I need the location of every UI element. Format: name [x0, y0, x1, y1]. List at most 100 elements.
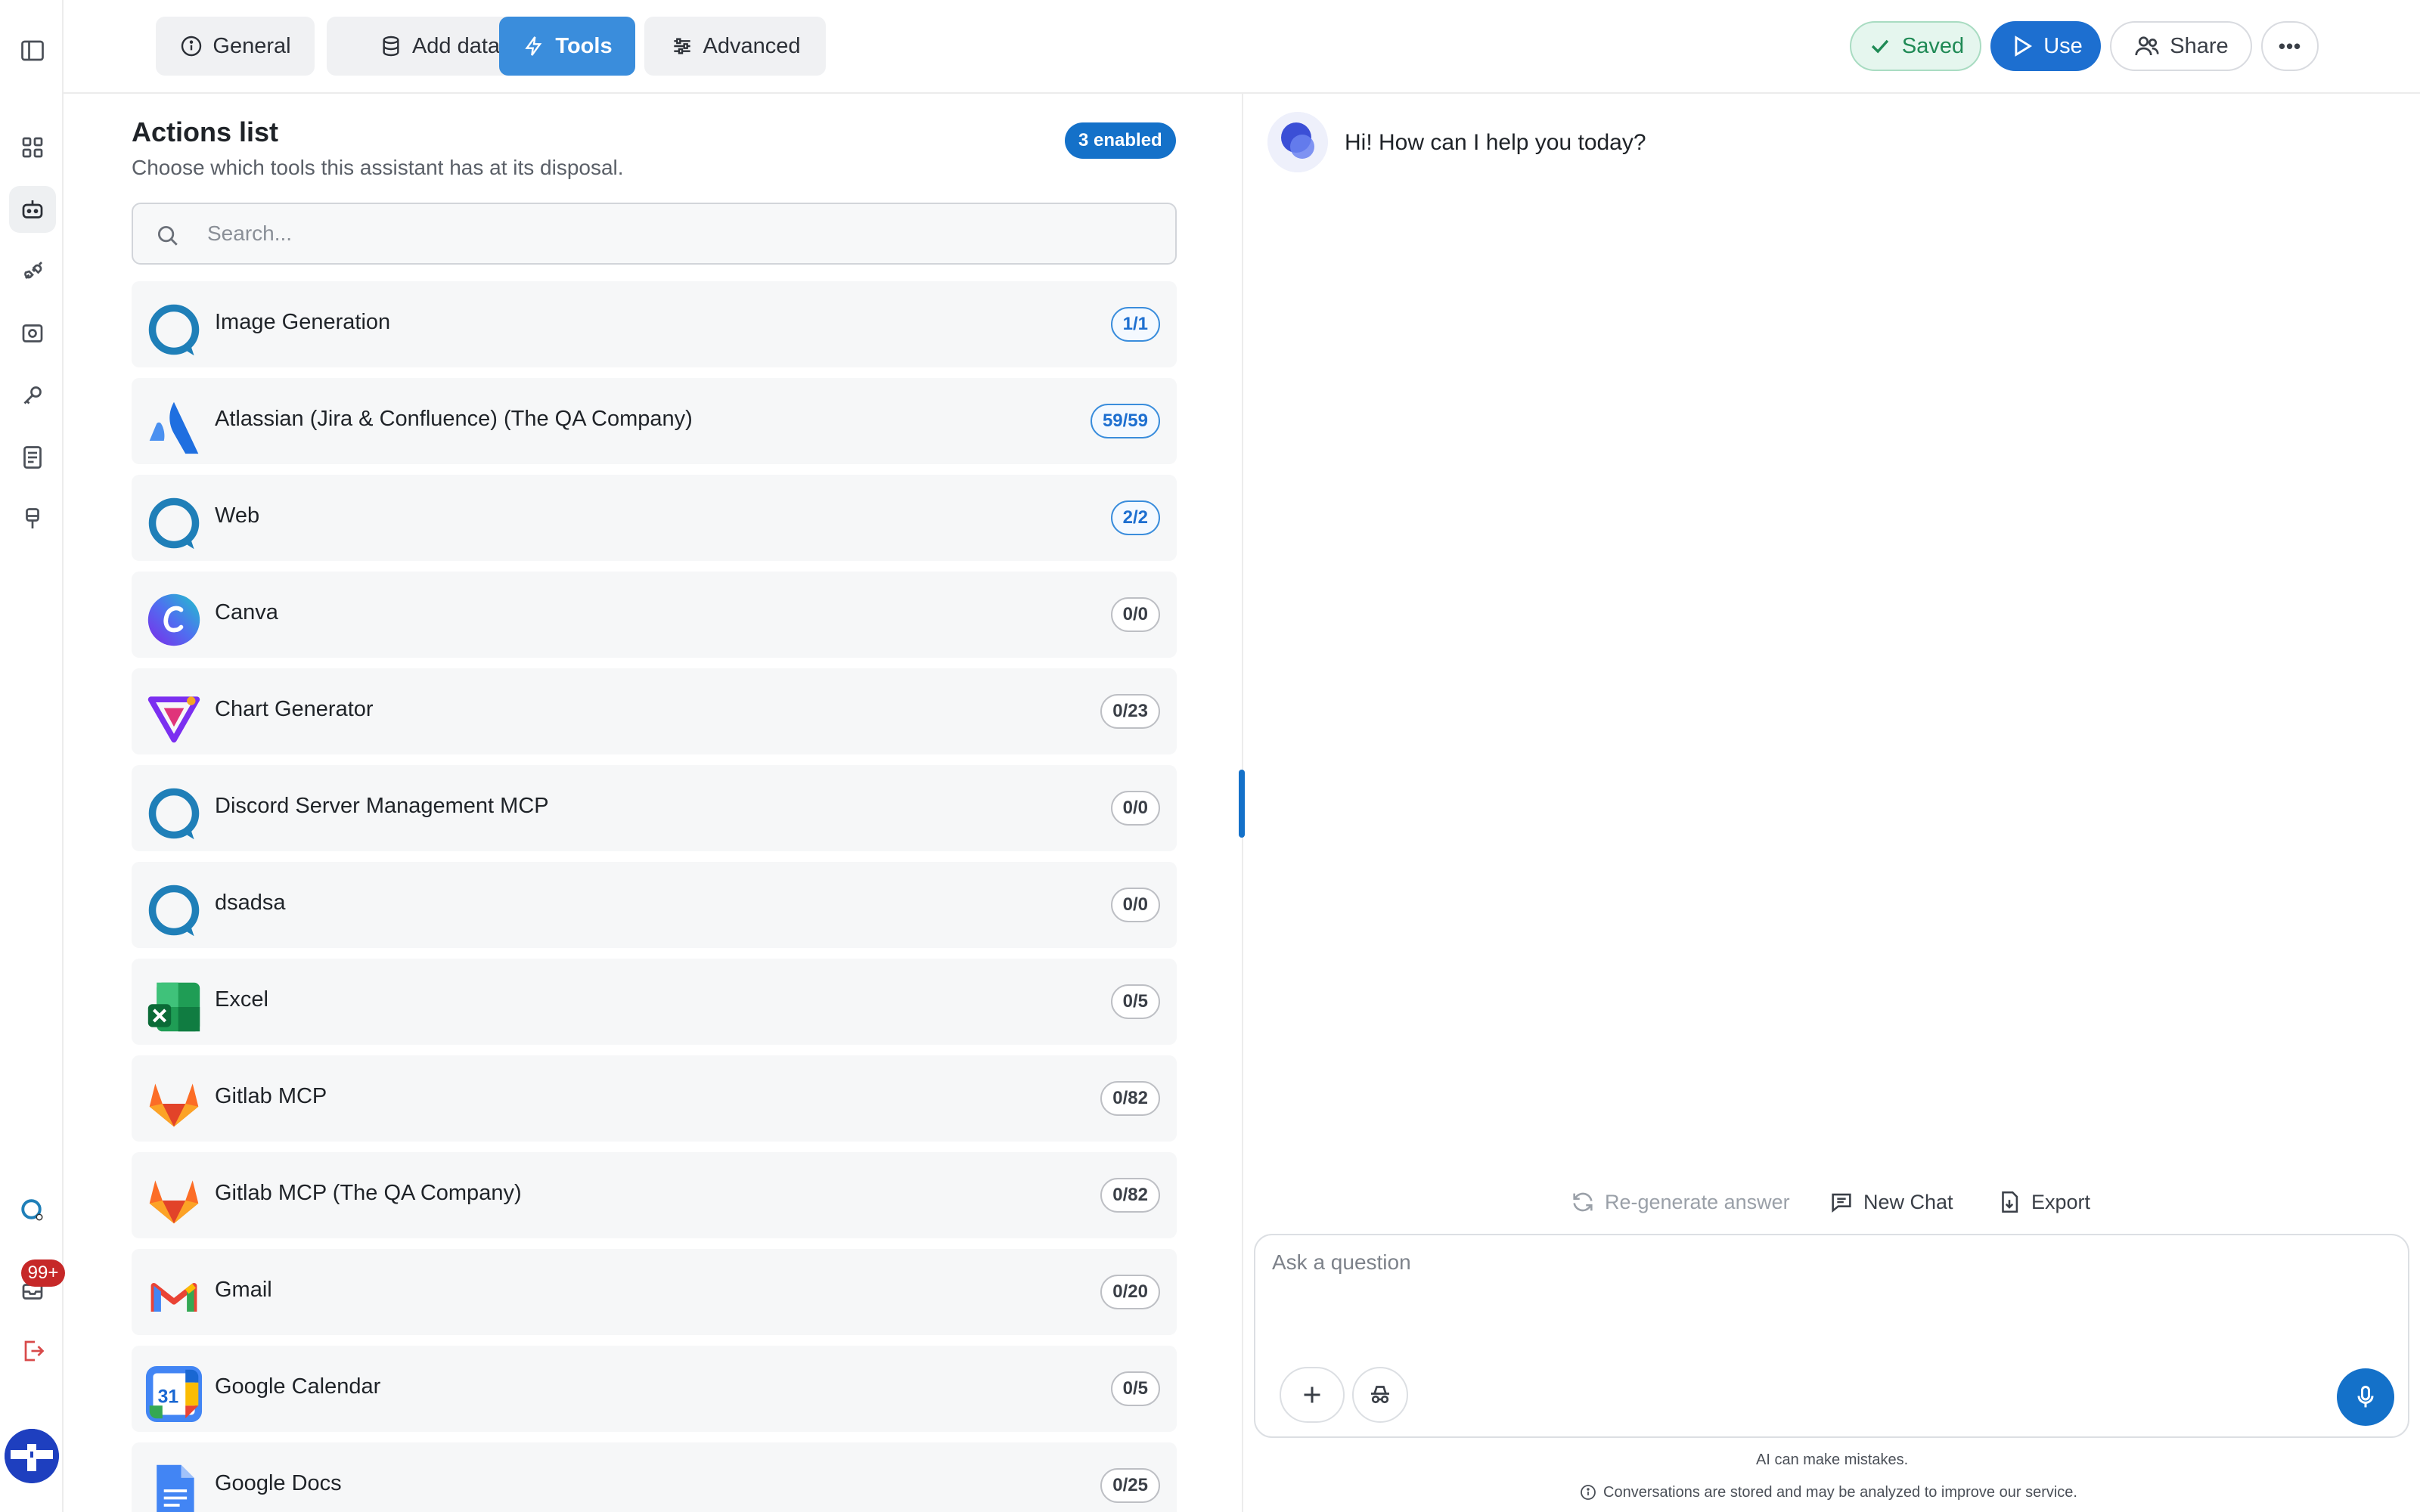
tool-row-google-docs[interactable]: Google Docs 0/25: [132, 1442, 1177, 1512]
plus-icon: [1304, 1387, 1320, 1403]
platform-logo-icon: [148, 497, 200, 550]
tool-row-discord-mcp[interactable]: Discord Server Management MCP 0/0: [132, 765, 1177, 851]
chat-bubble-icon: [1832, 1193, 1851, 1213]
toggle-sidebar-button[interactable]: [9, 27, 56, 74]
left-rail: 99+: [0, 0, 65, 1512]
rail-assistants-button[interactable]: [9, 186, 56, 233]
tool-row-web[interactable]: Web 2/2: [132, 475, 1177, 561]
attach-button[interactable]: [1280, 1367, 1345, 1423]
tool-count-badge: 0/82: [1100, 1081, 1160, 1116]
chat-input[interactable]: [1272, 1250, 2391, 1341]
tool-row-gitlab-mcp-qa[interactable]: Gitlab MCP (The QA Company) 0/82: [132, 1152, 1177, 1238]
tool-row-google-calendar[interactable]: 31 Google Calendar 0/5: [132, 1346, 1177, 1432]
privacy-disclaimer-text: Conversations are stored and may be anal…: [1603, 1483, 2077, 1501]
rail-plugins-button[interactable]: [9, 248, 56, 295]
brush-icon: [26, 508, 39, 528]
notification-badge: 99+: [21, 1259, 65, 1287]
tool-name: Gitlab MCP (The QA Company): [215, 1181, 522, 1205]
tool-name: Canva: [215, 600, 278, 624]
panel-resize-handle[interactable]: [1239, 770, 1245, 838]
saved-status-badge: Saved: [1850, 21, 1981, 71]
tool-name: Atlassian (Jira & Confluence) (The QA Co…: [215, 407, 693, 431]
tab-add-data-label: Add data: [411, 33, 501, 58]
regenerate-answer-button[interactable]: Re-generate answer: [1570, 1187, 1790, 1217]
tab-tools[interactable]: Tools: [499, 17, 635, 76]
tab-advanced-label: Advanced: [703, 33, 801, 58]
rail-brand-button[interactable]: [9, 1187, 56, 1234]
incognito-button[interactable]: [1352, 1367, 1408, 1423]
user-avatar[interactable]: [5, 1429, 59, 1483]
actions-subtitle: Choose which tools this assistant has at…: [132, 156, 624, 179]
platform-logo-icon: [21, 1199, 43, 1221]
more-options-button[interactable]: •••: [2261, 21, 2319, 71]
chat-composer: [1254, 1234, 2409, 1438]
export-file-icon: [2002, 1191, 2018, 1213]
export-label: Export: [2031, 1190, 2091, 1213]
tool-count-badge: 0/23: [1100, 694, 1160, 729]
tab-tools-label: Tools: [555, 33, 613, 58]
regenerate-label: Re-generate answer: [1605, 1190, 1790, 1213]
tool-row-canva[interactable]: Canva 0/0: [132, 572, 1177, 658]
tool-name: dsadsa: [215, 891, 286, 915]
check-icon: [1871, 39, 1889, 54]
voice-input-button[interactable]: [2337, 1368, 2394, 1426]
google-calendar-logo-icon: 31: [145, 1365, 203, 1423]
ai-mistakes-disclaimer: AI can make mistakes.: [1756, 1452, 1909, 1468]
new-chat-button[interactable]: New Chat: [1829, 1187, 1953, 1217]
tool-name: Excel: [215, 987, 268, 1012]
platform-logo-icon: [148, 304, 200, 356]
use-button[interactable]: Use: [1990, 21, 2101, 71]
tool-count-badge: 0/0: [1110, 597, 1160, 632]
rail-documents-button[interactable]: [9, 434, 56, 481]
tool-count-badge: 2/2: [1110, 500, 1160, 535]
top-bar: General Add data Tools Advanced Saved Us…: [64, 0, 2420, 94]
rail-scan-button[interactable]: [9, 310, 56, 357]
tool-row-excel[interactable]: Excel 0/5: [132, 959, 1177, 1045]
plug-icon: [24, 262, 42, 279]
logout-icon: [24, 1340, 45, 1362]
tab-advanced[interactable]: Advanced: [644, 17, 826, 76]
tool-row-atlassian[interactable]: Atlassian (Jira & Confluence) (The QA Co…: [132, 378, 1177, 464]
users-icon: [2135, 36, 2159, 56]
tool-count-badge: 0/82: [1100, 1178, 1160, 1213]
microphone-icon: [2357, 1386, 2374, 1408]
search-icon: [157, 225, 178, 246]
tool-row-gmail[interactable]: Gmail 0/20: [132, 1249, 1177, 1335]
sidebar-toggle-icon: [21, 40, 44, 61]
calendar-day-text: 31: [158, 1387, 179, 1407]
atlassian-logo-icon: [149, 401, 199, 454]
tool-count-badge: 0/5: [1110, 984, 1160, 1019]
saved-label: Saved: [1901, 33, 1965, 58]
tool-row-dsadsa[interactable]: dsadsa 0/0: [132, 862, 1177, 948]
tool-search: [132, 203, 1177, 265]
rail-keys-button[interactable]: [9, 372, 56, 419]
refresh-icon: [1573, 1192, 1593, 1212]
info-icon: [1581, 1485, 1596, 1500]
canva-logo-icon: [147, 593, 200, 646]
tool-search-input[interactable]: [207, 204, 1160, 263]
tool-count-badge: 0/0: [1110, 791, 1160, 826]
tool-row-gitlab-mcp[interactable]: Gitlab MCP 0/82: [132, 1055, 1177, 1142]
tab-general[interactable]: General: [156, 17, 315, 76]
tool-name: Google Docs: [215, 1471, 342, 1495]
scan-icon: [22, 324, 43, 342]
gitlab-logo-icon: [149, 1083, 199, 1127]
tool-row-chart-generator[interactable]: Chart Generator 0/23: [132, 668, 1177, 754]
assistant-greeting: Hi! How can I help you today?: [1345, 130, 1646, 155]
gmail-logo-icon: [150, 1283, 197, 1312]
actions-title: Actions list: [132, 116, 279, 147]
tool-name: Image Generation: [215, 310, 391, 334]
rail-logout-button[interactable]: [9, 1328, 56, 1374]
gitlab-logo-icon: [149, 1180, 199, 1224]
rail-brush-button[interactable]: [9, 496, 56, 543]
tool-row-image-generation[interactable]: Image Generation 1/1: [132, 281, 1177, 367]
share-button[interactable]: Share: [2110, 21, 2252, 71]
bot-icon: [22, 200, 43, 218]
use-label: Use: [2043, 33, 2083, 58]
rail-apps-button[interactable]: [9, 124, 56, 171]
tool-count-badge: 0/25: [1100, 1468, 1160, 1503]
tool-count-badge: 0/20: [1100, 1275, 1160, 1309]
export-button[interactable]: Export: [1996, 1187, 2090, 1217]
lightning-icon: [525, 36, 542, 56]
share-label: Share: [2170, 33, 2229, 58]
